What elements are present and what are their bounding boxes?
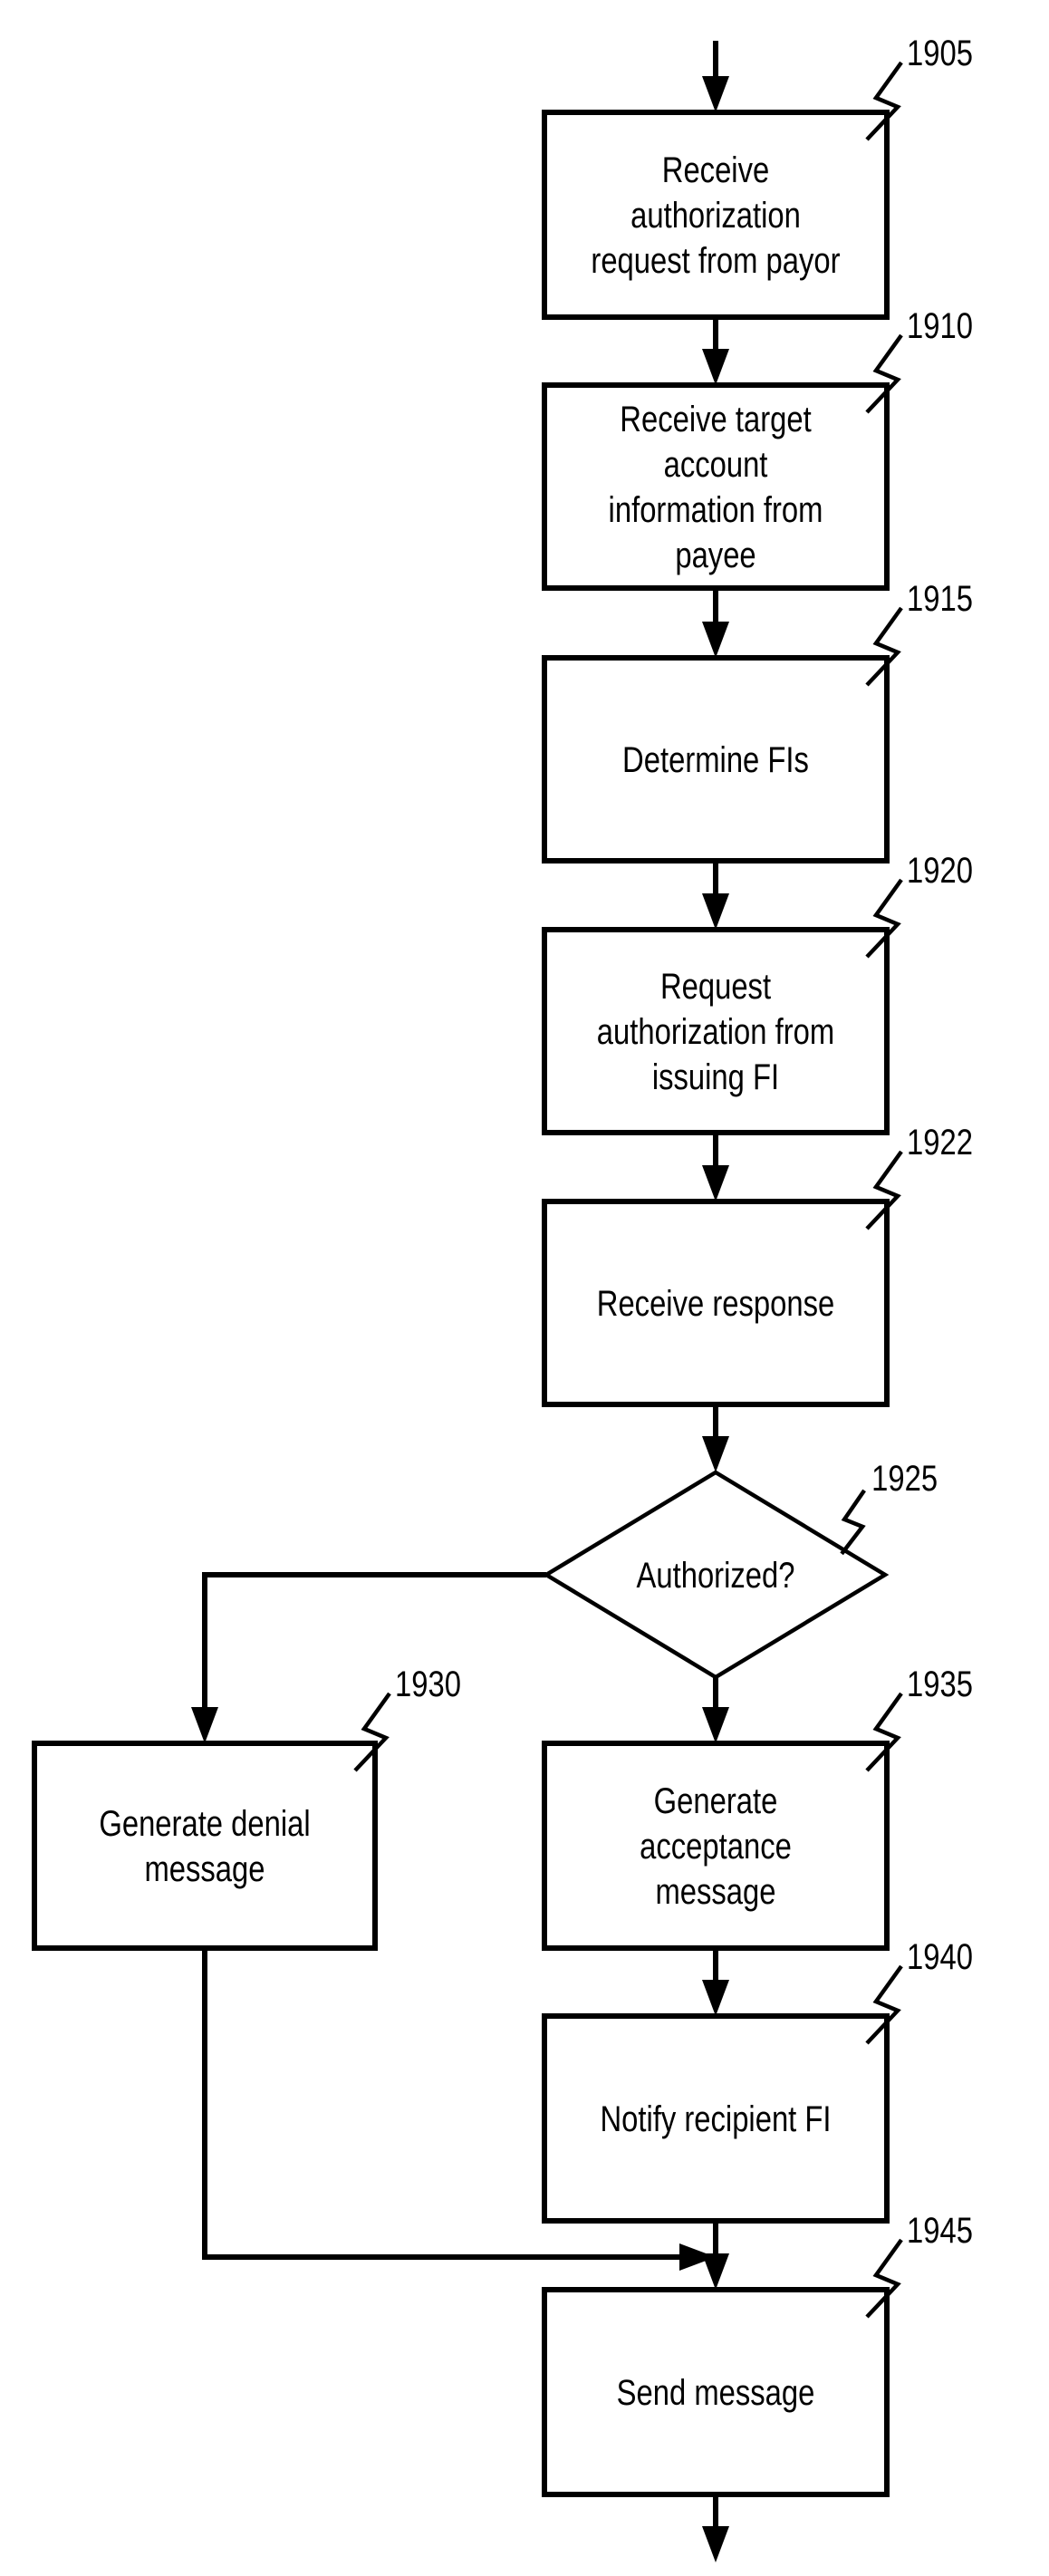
- step-label-line: Send message: [617, 2372, 815, 2413]
- reference-numeral: 1925: [871, 1458, 938, 1499]
- step-label-line: Notify recipient FI: [600, 2098, 831, 2139]
- step-label-line: information from: [609, 489, 823, 530]
- reference-numeral: 1935: [907, 1664, 973, 1704]
- step-1915: Determine FIs 1915: [542, 578, 973, 863]
- step-label-line: Receive response: [597, 1283, 834, 1324]
- reference-numeral: 1915: [907, 578, 973, 619]
- step-label-line: payee: [675, 535, 755, 575]
- reference-numeral: 1945: [907, 2210, 973, 2251]
- step-1945: Send message 1945: [542, 2210, 973, 2497]
- reference-numeral: 1910: [907, 305, 973, 346]
- process-box: [32, 1741, 378, 1951]
- arrowhead-icon: [702, 76, 729, 112]
- step-1935: Generate acceptancemessage 1935: [542, 1664, 973, 1951]
- step-label-line: request from payor: [591, 240, 840, 281]
- step-label-line: Generate denial: [99, 1803, 310, 1844]
- nodes: Receive authorizationrequest from payor 19…: [32, 33, 973, 2497]
- step-label-line: acceptance: [640, 1826, 792, 1867]
- arrowhead-icon: [702, 1707, 729, 1743]
- connector-1925-to-1930: [202, 1572, 546, 1716]
- reference-numeral: 1920: [907, 850, 973, 891]
- step-1920: Requestauthorization fromissuing FI 1920: [542, 850, 973, 1135]
- arrowhead-icon: [702, 2526, 729, 2562]
- step-label-line: authorization: [630, 195, 801, 236]
- step-label-line: account: [664, 444, 768, 485]
- reference-numeral: 1940: [907, 1936, 973, 1977]
- step-label-line: Receive: [662, 150, 769, 190]
- step-label-line: authorization from: [597, 1011, 834, 1052]
- step-1910: Receive target accountinformation from pay…: [542, 305, 973, 591]
- reference-numeral: 1930: [395, 1664, 461, 1704]
- step-label-line: message: [144, 1848, 265, 1889]
- arrowhead-icon: [702, 622, 729, 658]
- step-label-line: message: [655, 1871, 775, 1912]
- step-1925: Authorized? 1925: [542, 1458, 938, 1680]
- step-label-line: Request: [660, 966, 771, 1007]
- step-label-line: Receive target: [620, 399, 811, 439]
- arrowhead-icon: [191, 1707, 218, 1743]
- arrowhead-icon: [702, 349, 729, 385]
- step-1905: Receive authorizationrequest from payor 19…: [542, 33, 973, 320]
- reference-numeral: 1905: [907, 33, 973, 73]
- arrowhead-icon: [702, 893, 729, 930]
- flowchart: Receive authorizationrequest from payor 19…: [32, 33, 973, 2562]
- reference-leader: [840, 1489, 866, 1556]
- step-label-line: Generate: [654, 1780, 778, 1821]
- step-label-line: issuing FI: [652, 1056, 779, 1097]
- arrowhead-icon: [702, 1980, 729, 2016]
- arrowhead-icon: [702, 1436, 729, 1472]
- step-label-line: Determine FIs: [622, 739, 809, 780]
- step-1922: Receive response 1922: [542, 1122, 973, 1407]
- step-label-line: Authorized?: [637, 1555, 795, 1596]
- step-1930: Generate denialmessage 1930: [32, 1664, 461, 1951]
- arrowhead-icon: [702, 1165, 729, 1201]
- step-1940: Notify recipient FI 1940: [542, 1936, 973, 2224]
- reference-numeral: 1922: [907, 1122, 973, 1163]
